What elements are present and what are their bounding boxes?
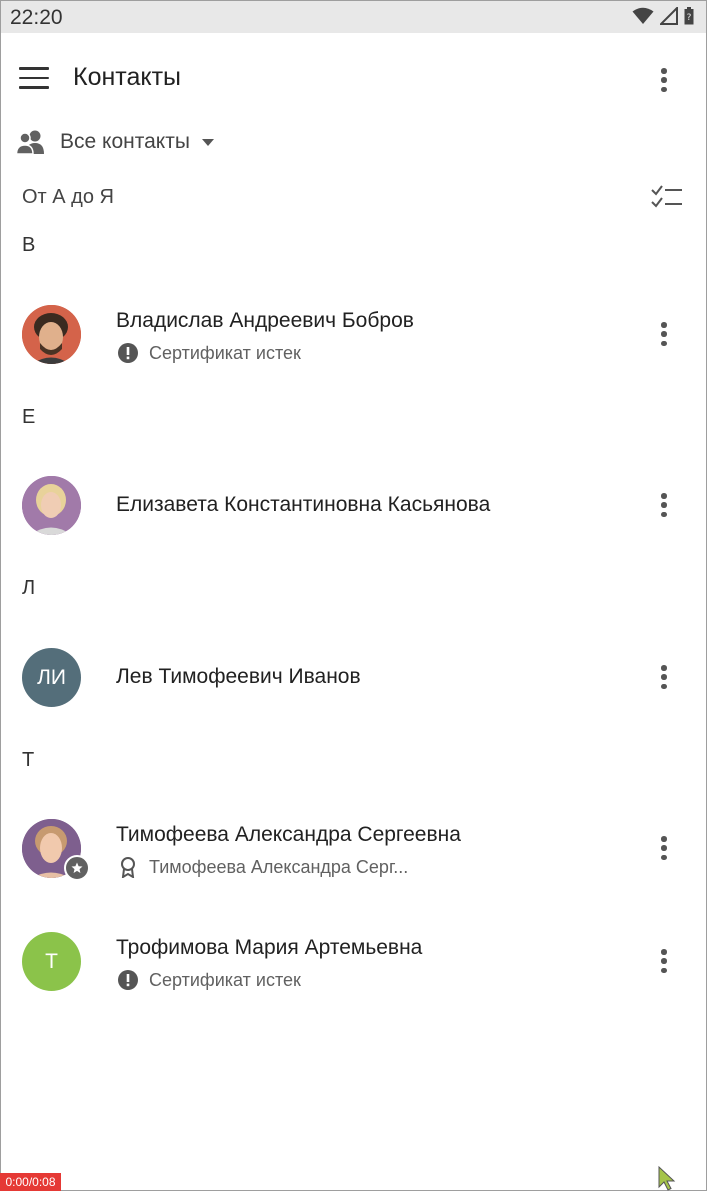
people-icon bbox=[16, 130, 44, 155]
contact-name: Владислав Андреевич Бобров bbox=[116, 309, 414, 332]
sort-label: От А до Я bbox=[22, 186, 114, 208]
avatar: ЛИ bbox=[22, 648, 81, 707]
contact-subtitle: Сертификат истек bbox=[117, 342, 301, 364]
status-time: 22:20 bbox=[10, 6, 63, 29]
status-icons: ? bbox=[632, 7, 694, 25]
contact-list-item[interactable]: ЛИ Лев Тимофеевич Иванов bbox=[1, 627, 706, 727]
contact-name: Трофимова Мария Артемьевна bbox=[116, 936, 423, 959]
app-bar: Контакты bbox=[1, 33, 706, 125]
contact-name: Елизавета Константиновна Касьянова bbox=[116, 493, 491, 516]
checklist-icon[interactable] bbox=[650, 184, 684, 210]
avatar: Т bbox=[22, 932, 81, 991]
avatar-initials: Т bbox=[45, 949, 58, 973]
more-options-icon[interactable] bbox=[652, 65, 676, 95]
section-header: В bbox=[22, 234, 36, 256]
contact-list-item[interactable]: Тимофеева Александра Сергеевна Тимофеева… bbox=[1, 798, 706, 898]
contact-subtitle-text: Тимофеева Александра Серг... bbox=[149, 856, 409, 877]
contact-subtitle: Тимофеева Александра Серг... bbox=[117, 856, 408, 878]
status-bar: 22:20 ? bbox=[1, 1, 706, 33]
avatar bbox=[22, 305, 81, 364]
section-header: Т bbox=[22, 749, 35, 771]
contact-subtitle-text: Сертификат истек bbox=[149, 969, 301, 990]
app-window bbox=[0, 0, 707, 1191]
contact-name: Лев Тимофеевич Иванов bbox=[116, 665, 361, 688]
contact-more-options-icon[interactable] bbox=[652, 319, 676, 349]
contact-list-item[interactable]: Владислав Андреевич Бобров Сертификат ис… bbox=[1, 284, 706, 384]
recording-timer: 0:00/0:08 bbox=[0, 1173, 61, 1191]
contact-subtitle: Сертификат истек bbox=[117, 969, 301, 991]
contact-more-options-icon[interactable] bbox=[652, 833, 676, 863]
star-badge-icon bbox=[64, 855, 90, 881]
contact-list-item[interactable]: Т Трофимова Мария Артемьевна Сертификат … bbox=[1, 911, 706, 1011]
menu-icon[interactable] bbox=[19, 67, 49, 91]
page-title: Контакты bbox=[73, 63, 181, 91]
contact-name: Тимофеева Александра Сергеевна bbox=[116, 823, 461, 846]
svg-text:?: ? bbox=[687, 13, 692, 23]
filter-label: Все контакты bbox=[60, 130, 190, 153]
avatar-initials: ЛИ bbox=[37, 665, 66, 689]
section-header: Л bbox=[22, 577, 36, 599]
contact-subtitle-text: Сертификат истек bbox=[149, 342, 301, 363]
contact-more-options-icon[interactable] bbox=[652, 490, 676, 520]
mouse-cursor-icon bbox=[658, 1165, 676, 1191]
contact-more-options-icon[interactable] bbox=[652, 662, 676, 692]
section-header: Е bbox=[22, 406, 36, 428]
wifi-icon bbox=[632, 7, 654, 24]
alert-circle-icon bbox=[117, 969, 139, 991]
certificate-icon bbox=[117, 856, 139, 878]
contacts-filter-dropdown[interactable]: Все контакты bbox=[16, 126, 214, 158]
contact-list-item[interactable]: Елизавета Константиновна Касьянова bbox=[1, 455, 706, 555]
dropdown-arrow-icon bbox=[201, 138, 214, 146]
avatar-photo bbox=[22, 476, 81, 535]
avatar bbox=[22, 476, 81, 535]
avatar-photo bbox=[22, 305, 81, 364]
contact-more-options-icon[interactable] bbox=[652, 946, 676, 976]
battery-icon: ? bbox=[684, 7, 694, 25]
alert-circle-icon bbox=[117, 342, 139, 364]
cellular-signal-icon bbox=[660, 7, 678, 25]
